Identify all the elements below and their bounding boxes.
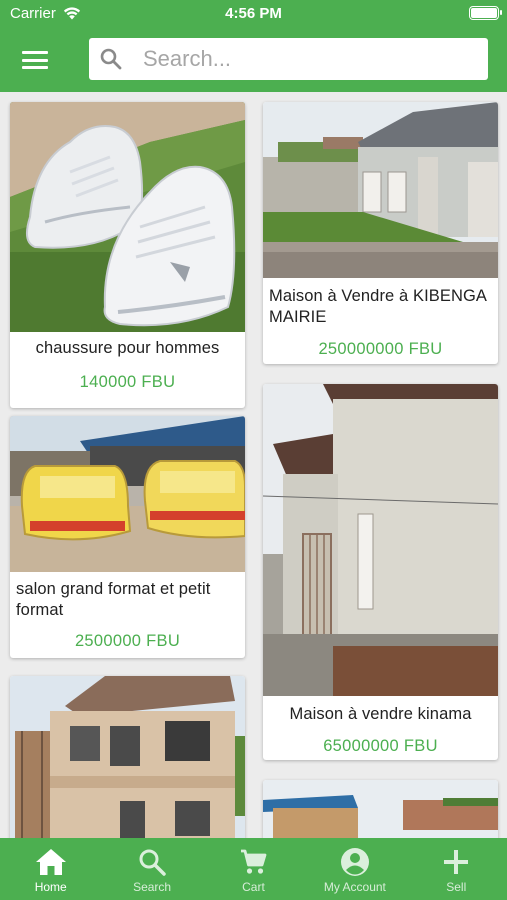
listing-title: salon grand format et petit format [16, 580, 211, 619]
listing-feed[interactable]: chaussure pour hommes 140000 FBU Maison … [0, 92, 507, 838]
tab-label: My Account [323, 880, 386, 894]
tab-my-account[interactable]: My Account [304, 838, 405, 900]
listing-photo [263, 102, 498, 278]
listing-card[interactable]: salon grand format et petit format 25000… [10, 416, 245, 658]
tab-cart[interactable]: Cart [203, 838, 304, 900]
bottom-tab-bar: Home Search Cart My Account Sell [0, 838, 507, 900]
app-bar [0, 28, 507, 92]
account-icon [304, 847, 405, 877]
status-time: 4:56 PM [225, 5, 282, 22]
listing-photo [263, 780, 498, 838]
listing-photo [10, 416, 245, 572]
listing-card[interactable] [263, 780, 498, 838]
menu-icon[interactable] [22, 48, 48, 72]
listing-title: Maison à vendre kinama [289, 705, 472, 723]
search-icon [101, 847, 202, 877]
listing-photo [10, 676, 245, 838]
tab-label: Sell [446, 880, 467, 894]
tab-label: Cart [242, 880, 265, 894]
listing-price: 250000000 FBU [318, 340, 443, 358]
listing-photo [263, 384, 498, 696]
tab-home[interactable]: Home [0, 838, 101, 900]
listing-card[interactable]: chaussure pour hommes 140000 FBU [10, 102, 245, 408]
tab-label: Search [133, 880, 172, 894]
search-bar[interactable] [89, 38, 488, 80]
listing-photo [10, 102, 245, 332]
tab-label: Home [34, 880, 67, 894]
tab-search[interactable]: Search [101, 838, 202, 900]
search-icon [98, 46, 124, 72]
listing-card[interactable] [10, 676, 245, 838]
status-bar: Carrier 4:56 PM [0, 0, 507, 28]
listing-price: 2500000 FBU [74, 632, 181, 650]
cart-icon [203, 847, 304, 877]
tab-sell[interactable]: Sell [406, 838, 507, 900]
search-input[interactable] [143, 46, 473, 72]
battery-icon [469, 6, 502, 20]
listing-price: 65000000 FBU [323, 737, 438, 755]
listing-card[interactable]: Maison à vendre kinama 65000000 FBU [263, 384, 498, 760]
listing-title: Maison à Vendre à KIBENGA MAIRIE [269, 287, 487, 326]
plus-icon [406, 847, 507, 877]
home-icon [0, 847, 101, 877]
listing-card[interactable]: Maison à Vendre à KIBENGA MAIRIE 2500000… [263, 102, 498, 364]
listing-price: 140000 FBU [79, 373, 176, 391]
listing-title: chaussure pour hommes [35, 339, 220, 357]
